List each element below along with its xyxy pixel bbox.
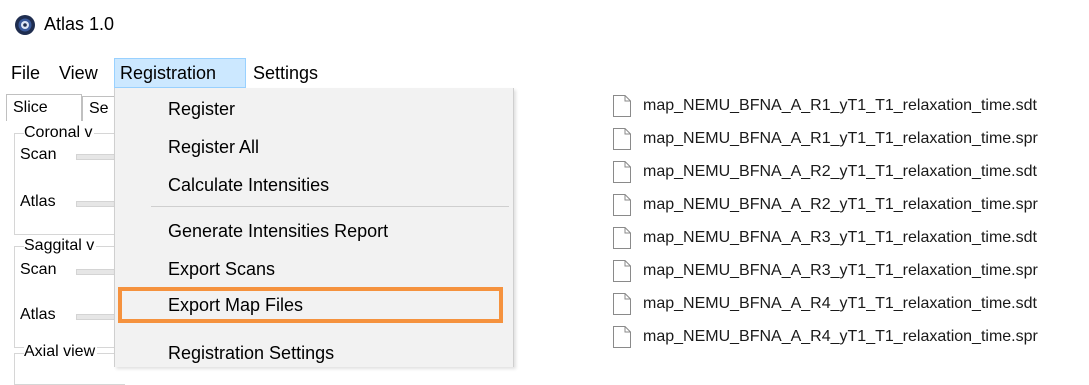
file-name: map_NEMU_BFNA_A_R1_yT1_T1_relaxation_tim… (643, 130, 1038, 147)
saggital-group-title: Saggital v (24, 236, 97, 256)
file-name: map_NEMU_BFNA_A_R2_yT1_T1_relaxation_tim… (643, 196, 1038, 213)
menu-view[interactable]: View (54, 58, 103, 88)
tab-slice-label: Slice (13, 99, 48, 116)
file-icon (613, 260, 631, 282)
saggital-scan-slider[interactable] (76, 269, 118, 275)
coronal-atlas-slider[interactable] (76, 201, 118, 207)
left-panel: Slice Se Coronal v Scan Atlas Saggital v… (0, 88, 125, 385)
file-name: map_NEMU_BFNA_A_R3_yT1_T1_relaxation_tim… (643, 229, 1037, 246)
file-list-item[interactable]: map_NEMU_BFNA_A_R2_yT1_T1_relaxation_tim… (612, 190, 1089, 220)
coronal-group-title: Coronal v (24, 123, 95, 143)
saggital-atlas-slider[interactable] (76, 314, 118, 320)
file-name: map_NEMU_BFNA_A_R2_yT1_T1_relaxation_tim… (643, 163, 1037, 180)
menu-item-registration-settings[interactable]: Registration Settings (115, 336, 511, 370)
coronal-atlas-label: Atlas (20, 193, 56, 210)
menu-item-calculate-intensities[interactable]: Calculate Intensities (115, 168, 511, 202)
menu-item-export-map-files[interactable]: Export Map Files (115, 288, 511, 322)
file-icon (613, 128, 631, 150)
menu-item-generate-intensities-report[interactable]: Generate Intensities Report (115, 214, 511, 248)
coronal-scan-slider[interactable] (76, 154, 118, 160)
file-icon (613, 227, 631, 249)
file-list-item[interactable]: map_NEMU_BFNA_A_R4_yT1_T1_relaxation_tim… (612, 289, 1089, 319)
file-icon (613, 161, 631, 183)
registration-dropdown-menu: Register Register All Calculate Intensit… (114, 88, 514, 367)
menu-item-register-all[interactable]: Register All (115, 130, 511, 164)
file-icon (613, 293, 631, 315)
menu-settings[interactable]: Settings (248, 58, 323, 88)
menu-item-export-scans[interactable]: Export Scans (115, 252, 511, 286)
file-icon (613, 326, 631, 348)
file-list-item[interactable]: map_NEMU_BFNA_A_R4_yT1_T1_relaxation_tim… (612, 322, 1089, 352)
file-name: map_NEMU_BFNA_A_R1_yT1_T1_relaxation_tim… (643, 97, 1037, 114)
file-list-item[interactable]: map_NEMU_BFNA_A_R2_yT1_T1_relaxation_tim… (612, 157, 1089, 187)
coronal-scan-label: Scan (20, 146, 57, 163)
axial-group-title: Axial view (24, 342, 98, 362)
menu-file[interactable]: File (6, 58, 45, 88)
saggital-scan-label: Scan (20, 261, 57, 278)
file-icon (613, 95, 631, 117)
file-icon (613, 194, 631, 216)
menu-item-register[interactable]: Register (115, 92, 511, 126)
menu-bar: File View Registration Settings (0, 58, 520, 88)
tab-slice[interactable]: Slice (6, 94, 82, 121)
file-list-item[interactable]: map_NEMU_BFNA_A_R1_yT1_T1_relaxation_tim… (612, 124, 1089, 154)
file-name: map_NEMU_BFNA_A_R3_yT1_T1_relaxation_tim… (643, 262, 1038, 279)
file-list-item[interactable]: map_NEMU_BFNA_A_R1_yT1_T1_relaxation_tim… (612, 91, 1089, 121)
title-bar: Atlas 1.0 (0, 0, 1089, 56)
menu-registration[interactable]: Registration (114, 58, 246, 88)
file-name: map_NEMU_BFNA_A_R4_yT1_T1_relaxation_tim… (643, 328, 1038, 345)
tab-se-label: Se (89, 100, 109, 117)
saggital-atlas-label: Atlas (20, 306, 56, 323)
window-title: Atlas 1.0 (44, 14, 115, 34)
atlas-app-icon (15, 15, 35, 35)
file-list-item[interactable]: map_NEMU_BFNA_A_R3_yT1_T1_relaxation_tim… (612, 256, 1089, 286)
file-name: map_NEMU_BFNA_A_R4_yT1_T1_relaxation_tim… (643, 295, 1037, 312)
file-list-item[interactable]: map_NEMU_BFNA_A_R3_yT1_T1_relaxation_tim… (612, 223, 1089, 253)
file-list: map_NEMU_BFNA_A_R1_yT1_T1_relaxation_tim… (612, 88, 1089, 367)
menu-separator (151, 206, 509, 207)
